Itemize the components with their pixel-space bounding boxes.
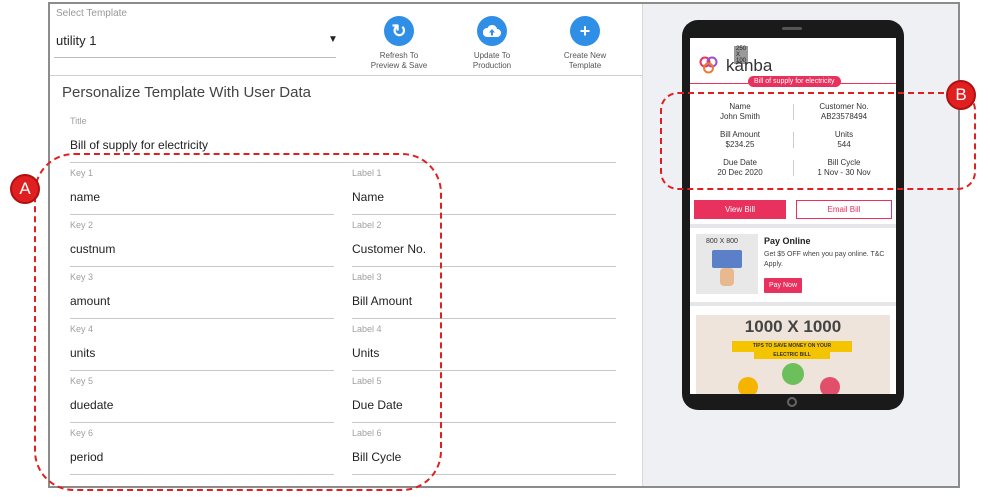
info-size-tag: 1000 X 1000 — [744, 317, 842, 336]
bill-title-pill: Bill of supply for electricity — [748, 76, 841, 87]
update-label-2: Production — [472, 61, 512, 70]
plug-icon — [820, 377, 840, 394]
create-label-2: Template — [568, 61, 602, 70]
cloud-upload-icon[interactable] — [477, 16, 507, 46]
annotation-region-b — [660, 92, 976, 190]
refresh-button[interactable]: ↻ Refresh To Preview & Save — [357, 16, 441, 71]
view-bill-button[interactable]: View Bill — [694, 200, 786, 219]
plus-icon[interactable]: + — [570, 16, 600, 46]
refresh-icon[interactable]: ↻ — [384, 16, 414, 46]
toolbar: Select Template utility 1 ▼ ↻ Refresh To… — [50, 4, 642, 76]
refresh-label-1: Refresh To — [379, 51, 419, 60]
create-button[interactable]: + Create New Template — [543, 16, 627, 71]
logo-text: kanba — [726, 56, 773, 75]
promo-title: Pay Online — [764, 236, 811, 246]
select-underline — [54, 57, 336, 58]
promo-size-tag: 800 X 800 — [706, 238, 738, 245]
annotation-badge-b: B — [946, 80, 976, 110]
update-label-1: Update To — [473, 51, 511, 60]
title-label: Title — [70, 116, 87, 126]
annotation-badge-a: A — [10, 174, 40, 204]
bulb-icon — [782, 363, 804, 385]
phone-speaker — [782, 27, 802, 30]
section-divider — [690, 224, 896, 228]
infographic-image: 1000 X 1000 TIPS TO SAVE MONEY ON YOUR E… — [696, 315, 890, 394]
annotation-region-a — [34, 153, 442, 491]
email-bill-button[interactable]: Email Bill — [796, 200, 892, 219]
page-title: Personalize Template With User Data — [62, 84, 311, 101]
select-template-label: Select Template — [56, 8, 127, 19]
phone-home-button — [787, 397, 797, 407]
create-label-1: Create New — [563, 51, 607, 60]
section-divider — [690, 302, 896, 306]
kanba-logo-icon — [699, 56, 718, 74]
hand-icon — [720, 268, 734, 286]
phone-hand-icon — [712, 250, 742, 268]
pay-now-button[interactable]: Pay Now — [764, 278, 802, 293]
promo-image: 800 X 800 — [696, 234, 758, 294]
info-band-2: ELECTRIC BILL — [754, 351, 830, 359]
cfl-icon — [738, 377, 758, 394]
promo-description: Get $5 OFF when you pay online. T&C Appl… — [764, 251, 885, 268]
title-input[interactable]: Bill of supply for electricity — [70, 138, 616, 152]
update-button[interactable]: Update To Production — [450, 16, 534, 71]
refresh-label-2: Preview & Save — [370, 61, 428, 70]
select-template-dropdown[interactable]: utility 1 — [56, 33, 96, 48]
dropdown-arrow-icon[interactable]: ▼ — [328, 34, 338, 45]
